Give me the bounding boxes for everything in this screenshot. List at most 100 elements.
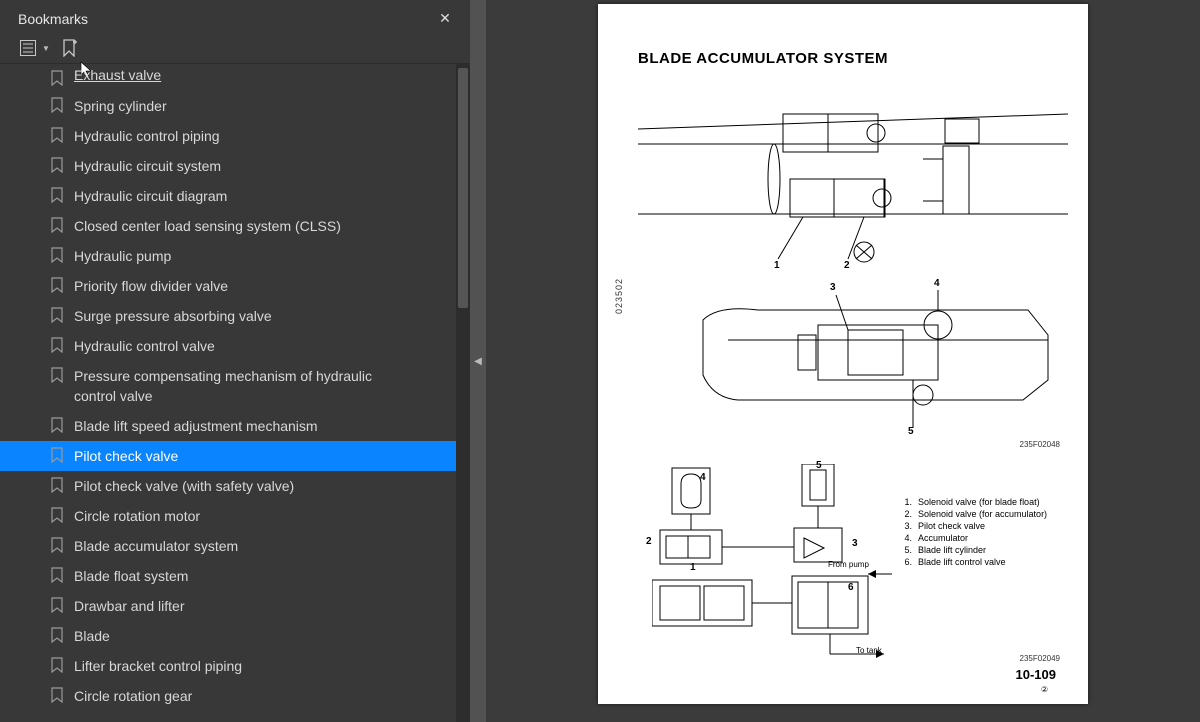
legend-text: Solenoid valve (for blade float) bbox=[918, 496, 1040, 508]
legend-text: Blade lift control valve bbox=[918, 556, 1006, 568]
scrollbar-thumb[interactable] bbox=[458, 68, 468, 308]
legend-row: 2. Solenoid valve (for accumulator) bbox=[900, 508, 1047, 520]
bookmark-item[interactable]: Exhaust valve bbox=[0, 64, 470, 91]
close-icon[interactable]: ✕ bbox=[434, 10, 456, 27]
legend-text: Accumulator bbox=[918, 532, 968, 544]
legend-text: Blade lift cylinder bbox=[918, 544, 986, 556]
legend-num: 5. bbox=[900, 544, 912, 556]
bookmark-label: Blade float system bbox=[74, 566, 188, 586]
bookmark-item[interactable]: Spring cylinder bbox=[0, 91, 470, 121]
legend-text: Pilot check valve bbox=[918, 520, 985, 532]
bookmark-item[interactable]: Drawbar and lifter bbox=[0, 591, 470, 621]
bookmark-label: Surge pressure absorbing valve bbox=[74, 306, 272, 326]
bookmark-icon bbox=[48, 687, 66, 703]
bookmark-label: Pilot check valve bbox=[74, 446, 178, 466]
collapse-sidebar-button[interactable]: ◀ bbox=[470, 0, 486, 722]
bookmarks-title: Bookmarks bbox=[18, 11, 88, 27]
document-page: BLADE ACCUMULATOR SYSTEM bbox=[598, 4, 1088, 704]
bookmark-item[interactable]: Circle rotation gear bbox=[0, 681, 470, 711]
bookmark-icon bbox=[48, 70, 66, 86]
sch-label-4: 4 bbox=[700, 472, 706, 483]
bookmark-label: Blade lift speed adjustment mechanism bbox=[74, 416, 318, 436]
schematic: 4 2 1 5 3 6 bbox=[652, 464, 932, 664]
bookmark-item[interactable]: Hydraulic circuit system bbox=[0, 151, 470, 181]
bookmark-label: Blade bbox=[74, 626, 110, 646]
bookmarks-header: Bookmarks ✕ bbox=[0, 0, 470, 33]
bookmark-item[interactable]: Blade float system bbox=[0, 561, 470, 591]
legend-num: 6. bbox=[900, 556, 912, 568]
document-viewport[interactable]: BLADE ACCUMULATOR SYSTEM bbox=[486, 0, 1200, 722]
bookmark-item[interactable]: Hydraulic control piping bbox=[0, 121, 470, 151]
bookmark-options-button[interactable]: ▼ bbox=[20, 40, 50, 56]
sch-label-1: 1 bbox=[690, 562, 696, 573]
legend-text: Solenoid valve (for accumulator) bbox=[918, 508, 1047, 520]
bookmark-label: Hydraulic control piping bbox=[74, 126, 220, 146]
bookmark-icon bbox=[48, 247, 66, 263]
bookmarks-toolbar: ▼ bbox=[0, 33, 470, 64]
bookmark-icon bbox=[48, 217, 66, 233]
legend-num: 4. bbox=[900, 532, 912, 544]
bookmark-item[interactable]: Pilot check valve (with safety valve) bbox=[0, 471, 470, 501]
vertical-code: 023502 bbox=[614, 278, 624, 314]
bookmark-icon bbox=[48, 307, 66, 323]
legend-num: 1. bbox=[900, 496, 912, 508]
bookmark-icon bbox=[48, 567, 66, 583]
bookmark-icon bbox=[48, 157, 66, 173]
legend-num: 3. bbox=[900, 520, 912, 532]
bookmark-item[interactable]: Pilot check valve bbox=[0, 441, 470, 471]
bookmark-item[interactable]: Pressure compensating mechanism of hydra… bbox=[0, 361, 470, 411]
legend-row: 6. Blade lift control valve bbox=[900, 556, 1047, 568]
scrollbar[interactable] bbox=[456, 64, 470, 722]
legend-row: 3. Pilot check valve bbox=[900, 520, 1047, 532]
page-sub: ② bbox=[1041, 685, 1048, 694]
bookmark-icon bbox=[48, 597, 66, 613]
bookmark-icon bbox=[48, 127, 66, 143]
bookmark-label: Priority flow divider valve bbox=[74, 276, 228, 296]
bookmark-label: Pressure compensating mechanism of hydra… bbox=[74, 366, 414, 406]
bookmark-label: Pilot check valve (with safety valve) bbox=[74, 476, 294, 496]
page-number: 10-109 bbox=[1016, 667, 1056, 682]
bookmark-icon bbox=[48, 277, 66, 293]
legend: 1. Solenoid valve (for blade float) 2. Sole… bbox=[900, 496, 1047, 568]
figure-id-1: 235F02048 bbox=[1020, 440, 1060, 449]
bookmarks-scroll[interactable]: Exhaust valve Spring cylinder Hydraulic co… bbox=[0, 64, 470, 722]
bookmark-label: Spring cylinder bbox=[74, 96, 167, 116]
bookmark-item[interactable]: Blade lift speed adjustment mechanism bbox=[0, 411, 470, 441]
bookmark-item[interactable]: Blade accumulator system bbox=[0, 531, 470, 561]
bookmark-item[interactable]: Closed center load sensing system (CLSS) bbox=[0, 211, 470, 241]
bookmark-icon bbox=[48, 477, 66, 493]
bookmark-item[interactable]: Blade bbox=[0, 621, 470, 651]
legend-num: 2. bbox=[900, 508, 912, 520]
bookmark-item[interactable]: Lifter bracket control piping bbox=[0, 651, 470, 681]
bookmark-icon bbox=[48, 337, 66, 353]
bookmark-icon bbox=[48, 657, 66, 673]
bookmark-icon bbox=[48, 417, 66, 433]
callout-5: 5 bbox=[908, 426, 914, 437]
bookmark-icon bbox=[48, 367, 66, 383]
sch-label-5: 5 bbox=[816, 460, 822, 471]
bookmark-item[interactable]: Surge pressure absorbing valve bbox=[0, 301, 470, 331]
bookmark-item[interactable]: Circle rotation motor bbox=[0, 501, 470, 531]
from-pump-label: From pump bbox=[828, 560, 869, 569]
bookmark-icon bbox=[48, 447, 66, 463]
bookmark-item[interactable]: Hydraulic pump bbox=[0, 241, 470, 271]
bookmark-icon bbox=[48, 537, 66, 553]
bookmark-item[interactable]: Hydraulic circuit diagram bbox=[0, 181, 470, 211]
bookmark-icon bbox=[48, 627, 66, 643]
callout-3: 3 bbox=[830, 282, 836, 293]
bookmark-item[interactable]: Hydraulic control valve bbox=[0, 331, 470, 361]
diagram-top: 1 2 bbox=[638, 84, 1068, 274]
bookmark-item[interactable]: Priority flow divider valve bbox=[0, 271, 470, 301]
bookmark-label: Lifter bracket control piping bbox=[74, 656, 242, 676]
bookmark-label: Circle rotation motor bbox=[74, 506, 200, 526]
bookmarks-panel: Bookmarks ✕ ▼ Exhaust valve Spring cylind… bbox=[0, 0, 470, 722]
bookmark-icon bbox=[48, 97, 66, 113]
bookmark-label: Exhaust valve bbox=[74, 65, 161, 85]
bookmark-icon bbox=[48, 187, 66, 203]
bookmark-label: Hydraulic pump bbox=[74, 246, 171, 266]
add-bookmark-button[interactable] bbox=[62, 39, 78, 57]
to-tank-label: To tank bbox=[856, 646, 882, 655]
bookmark-label: Hydraulic circuit diagram bbox=[74, 186, 227, 206]
legend-row: 5. Blade lift cylinder bbox=[900, 544, 1047, 556]
bookmark-label: Drawbar and lifter bbox=[74, 596, 185, 616]
